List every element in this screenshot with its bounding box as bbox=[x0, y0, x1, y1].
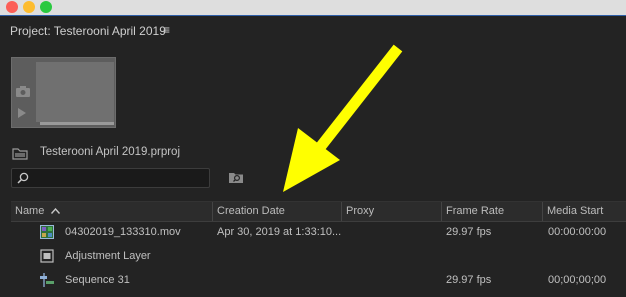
panel-title[interactable]: Project: Testerooni April 2019 bbox=[10, 24, 166, 38]
row-media-start: 00;00;00;00 bbox=[548, 274, 607, 286]
thumbnail-scrubber[interactable] bbox=[40, 122, 114, 125]
preview-thumbnail bbox=[11, 57, 116, 128]
project-file-name: Testerooni April 2019.prproj bbox=[40, 146, 180, 158]
search-icon bbox=[17, 172, 29, 184]
video-clip-icon bbox=[40, 225, 54, 239]
row-frame-rate: 29.97 fps bbox=[446, 226, 492, 238]
project-panel-header: Project: Testerooni April 2019 ≡ bbox=[0, 16, 626, 46]
search-field[interactable] bbox=[11, 168, 210, 188]
column-header-frame-rate[interactable]: Frame Rate bbox=[441, 202, 542, 221]
panel-menu-icon[interactable]: ≡ bbox=[163, 23, 170, 37]
column-header-creation-date[interactable]: Creation Date bbox=[212, 202, 341, 221]
minimize-window-button[interactable] bbox=[23, 1, 35, 13]
sequence-icon bbox=[40, 273, 54, 287]
table-row[interactable]: Sequence 31 29.97 fps 00;00;00;00 bbox=[11, 269, 626, 292]
camera-icon[interactable] bbox=[16, 86, 30, 97]
column-header-media-start[interactable]: Media Start bbox=[542, 202, 626, 221]
row-creation-date: Apr 30, 2019 at 1:33:10... bbox=[217, 226, 342, 238]
window-titlebar bbox=[0, 0, 626, 16]
row-name: 04302019_133310.mov bbox=[65, 226, 181, 238]
zoom-window-button[interactable] bbox=[40, 1, 52, 13]
find-in-bin-icon[interactable] bbox=[228, 171, 244, 184]
row-name: Adjustment Layer bbox=[65, 250, 151, 262]
column-header-row: Name Creation Date Proxy Frame Rate Medi… bbox=[11, 201, 626, 222]
close-window-button[interactable] bbox=[6, 1, 18, 13]
thumbnail-image bbox=[36, 62, 114, 122]
adjustment-layer-icon bbox=[40, 249, 54, 263]
column-header-proxy[interactable]: Proxy bbox=[341, 202, 441, 221]
arrow-shaft bbox=[313, 44, 403, 154]
project-file-row: Testerooni April 2019.prproj bbox=[10, 144, 310, 164]
column-header-name[interactable]: Name bbox=[11, 202, 212, 221]
sort-ascending-icon[interactable] bbox=[51, 208, 60, 214]
row-media-start: 00:00:00:00 bbox=[548, 226, 607, 238]
column-name-label: Name bbox=[15, 205, 45, 217]
table-row[interactable]: 04302019_133310.mov Apr 30, 2019 at 1:33… bbox=[11, 221, 626, 244]
bin-folder-icon bbox=[12, 148, 28, 160]
row-frame-rate: 29.97 fps bbox=[446, 274, 492, 286]
row-name: Sequence 31 bbox=[65, 274, 130, 286]
table-row[interactable]: Adjustment Layer bbox=[11, 245, 626, 268]
play-icon[interactable] bbox=[18, 108, 26, 118]
